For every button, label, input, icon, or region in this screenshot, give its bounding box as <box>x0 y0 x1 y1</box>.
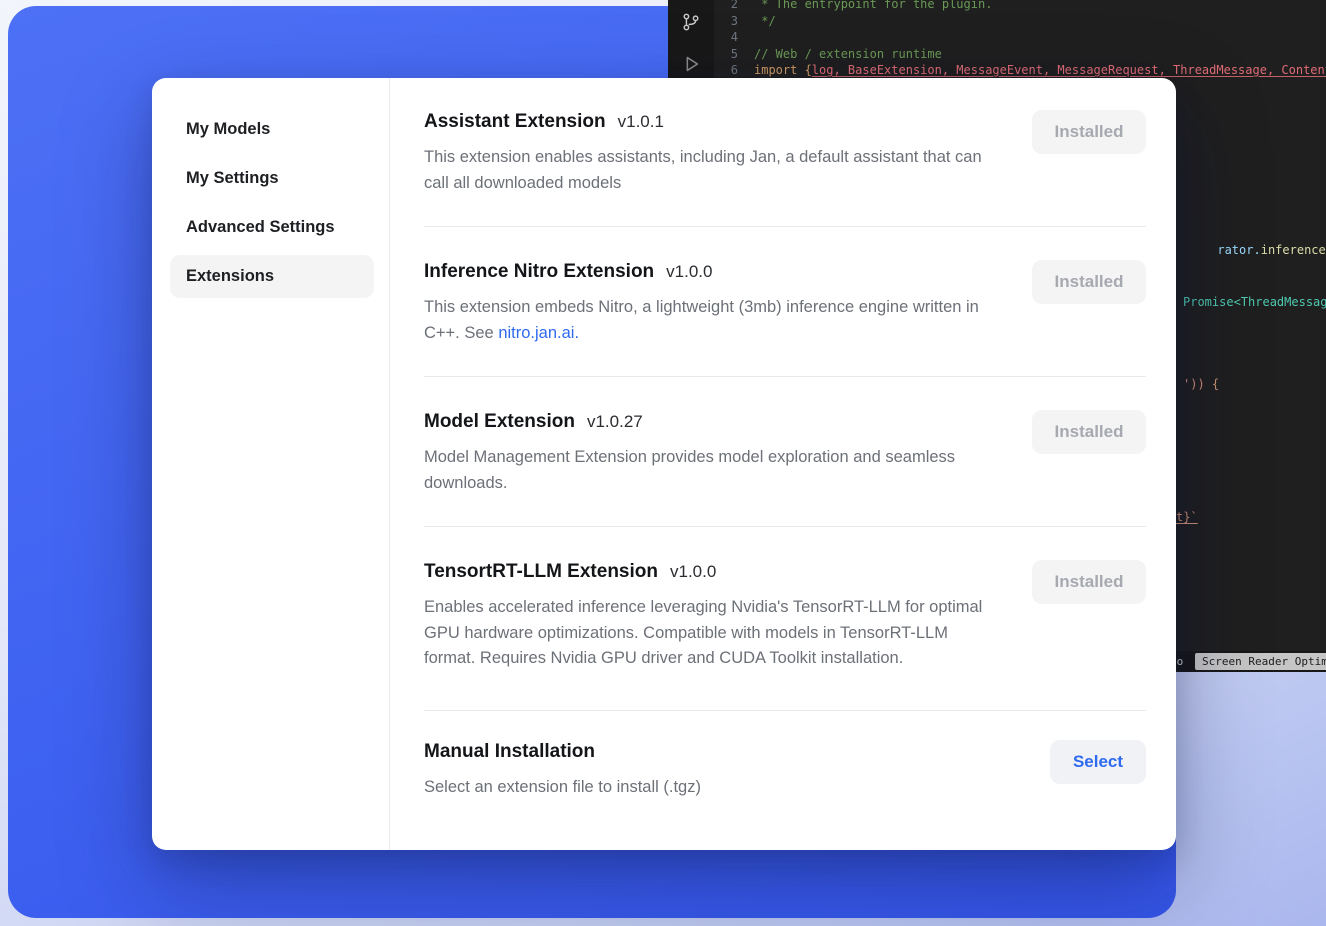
extension-title: Inference Nitro Extension <box>424 260 654 284</box>
extension-version: v1.0.27 <box>587 412 643 432</box>
code-text: import {log, BaseExtension, MessageEvent… <box>754 62 1326 79</box>
screen-reader-chip[interactable]: Screen Reader Optimized <box>1195 653 1326 670</box>
code-text: inference <box>1261 243 1326 257</box>
line-number: 5 <box>720 46 738 63</box>
code-fragment: Promise<ThreadMessage> <box>1183 295 1326 310</box>
extension-title-line: TensortRT-LLM Extension v1.0.0 <box>424 560 1002 584</box>
line-number: 4 <box>720 29 738 46</box>
extension-info: Model Extension v1.0.27 Model Management… <box>424 410 1002 496</box>
sidebar-item-extensions[interactable]: Extensions <box>170 255 374 298</box>
code-line: 3 */ <box>720 13 1326 30</box>
sidebar-item-my-settings[interactable]: My Settings <box>170 157 374 200</box>
code-fragment: ')) { <box>1183 377 1219 392</box>
extension-info: Inference Nitro Extension v1.0.0 This ex… <box>424 260 1002 346</box>
extension-title-line: Assistant Extension v1.0.1 <box>424 110 1002 134</box>
code-area: 2 * The entrypoint for the plugin. 3 */ … <box>720 0 1326 79</box>
code-fragment: t}` <box>1176 510 1198 525</box>
line-number: 2 <box>720 0 738 13</box>
sidebar-item-my-models[interactable]: My Models <box>170 108 374 151</box>
extension-version: v1.0.1 <box>618 112 664 132</box>
extension-description: This extension embeds Nitro, a lightweig… <box>424 295 1002 346</box>
settings-sidebar: My Models My Settings Advanced Settings … <box>152 78 390 850</box>
extension-row-nitro: Inference Nitro Extension v1.0.0 This ex… <box>424 227 1146 377</box>
code-text: */ <box>754 13 776 30</box>
extension-description: Enables accelerated inference leveraging… <box>424 595 1002 672</box>
select-file-button[interactable]: Select <box>1050 740 1146 784</box>
code-fragment: rator.inference(data)); <box>1174 228 1326 273</box>
extension-row-model: Model Extension v1.0.27 Model Management… <box>424 377 1146 527</box>
code-line: 4 <box>720 29 1326 46</box>
source-control-icon[interactable] <box>680 11 702 33</box>
installed-button[interactable]: Installed <box>1032 260 1146 304</box>
code-text: // Web / extension runtime <box>754 46 942 63</box>
run-icon[interactable] <box>680 53 702 75</box>
extension-version: v1.0.0 <box>670 562 716 582</box>
line-number: 3 <box>720 13 738 30</box>
extension-title: Manual Installation <box>424 740 595 764</box>
extension-description: Model Management Extension provides mode… <box>424 445 1002 496</box>
page: 2 * The entrypoint for the plugin. 3 */ … <box>0 0 1326 926</box>
code-line: 2 * The entrypoint for the plugin. <box>720 0 1326 13</box>
code-line: 6 import {log, BaseExtension, MessageEve… <box>720 62 1326 79</box>
code-line: 5 // Web / extension runtime <box>720 46 1326 63</box>
installed-button[interactable]: Installed <box>1032 110 1146 154</box>
code-text: * The entrypoint for the plugin. <box>754 0 992 13</box>
line-number: 6 <box>720 62 738 79</box>
settings-modal: My Models My Settings Advanced Settings … <box>152 78 1176 850</box>
code-text: rator. <box>1217 243 1260 257</box>
nitro-link[interactable]: nitro.jan.ai. <box>498 324 579 342</box>
extension-info: Manual Installation Select an extension … <box>424 740 701 801</box>
installed-button[interactable]: Installed <box>1032 410 1146 454</box>
extension-info: Assistant Extension v1.0.1 This extensio… <box>424 110 1002 196</box>
installed-button[interactable]: Installed <box>1032 560 1146 604</box>
extensions-list: Assistant Extension v1.0.1 This extensio… <box>390 78 1176 850</box>
extension-title: TensortRT-LLM Extension <box>424 560 658 584</box>
extension-title-line: Model Extension v1.0.27 <box>424 410 1002 434</box>
extension-description: Select an extension file to install (.tg… <box>424 775 701 801</box>
extension-row-assistant: Assistant Extension v1.0.1 This extensio… <box>424 78 1146 227</box>
sidebar-item-advanced-settings[interactable]: Advanced Settings <box>170 206 374 249</box>
extension-row-tensorrt: TensortRT-LLM Extension v1.0.0 Enables a… <box>424 527 1146 711</box>
import-names: log, BaseExtension, MessageEvent, Messag… <box>812 63 1326 77</box>
extension-title-line: Inference Nitro Extension v1.0.0 <box>424 260 1002 284</box>
extension-info: TensortRT-LLM Extension v1.0.0 Enables a… <box>424 560 1002 672</box>
extension-title: Model Extension <box>424 410 575 434</box>
extension-title-line: Manual Installation <box>424 740 701 764</box>
extension-version: v1.0.0 <box>666 262 712 282</box>
import-keyword: import { <box>754 63 812 77</box>
extension-row-manual-install: Manual Installation Select an extension … <box>424 711 1146 831</box>
extension-title: Assistant Extension <box>424 110 606 134</box>
extension-description: This extension enables assistants, inclu… <box>424 145 1002 196</box>
